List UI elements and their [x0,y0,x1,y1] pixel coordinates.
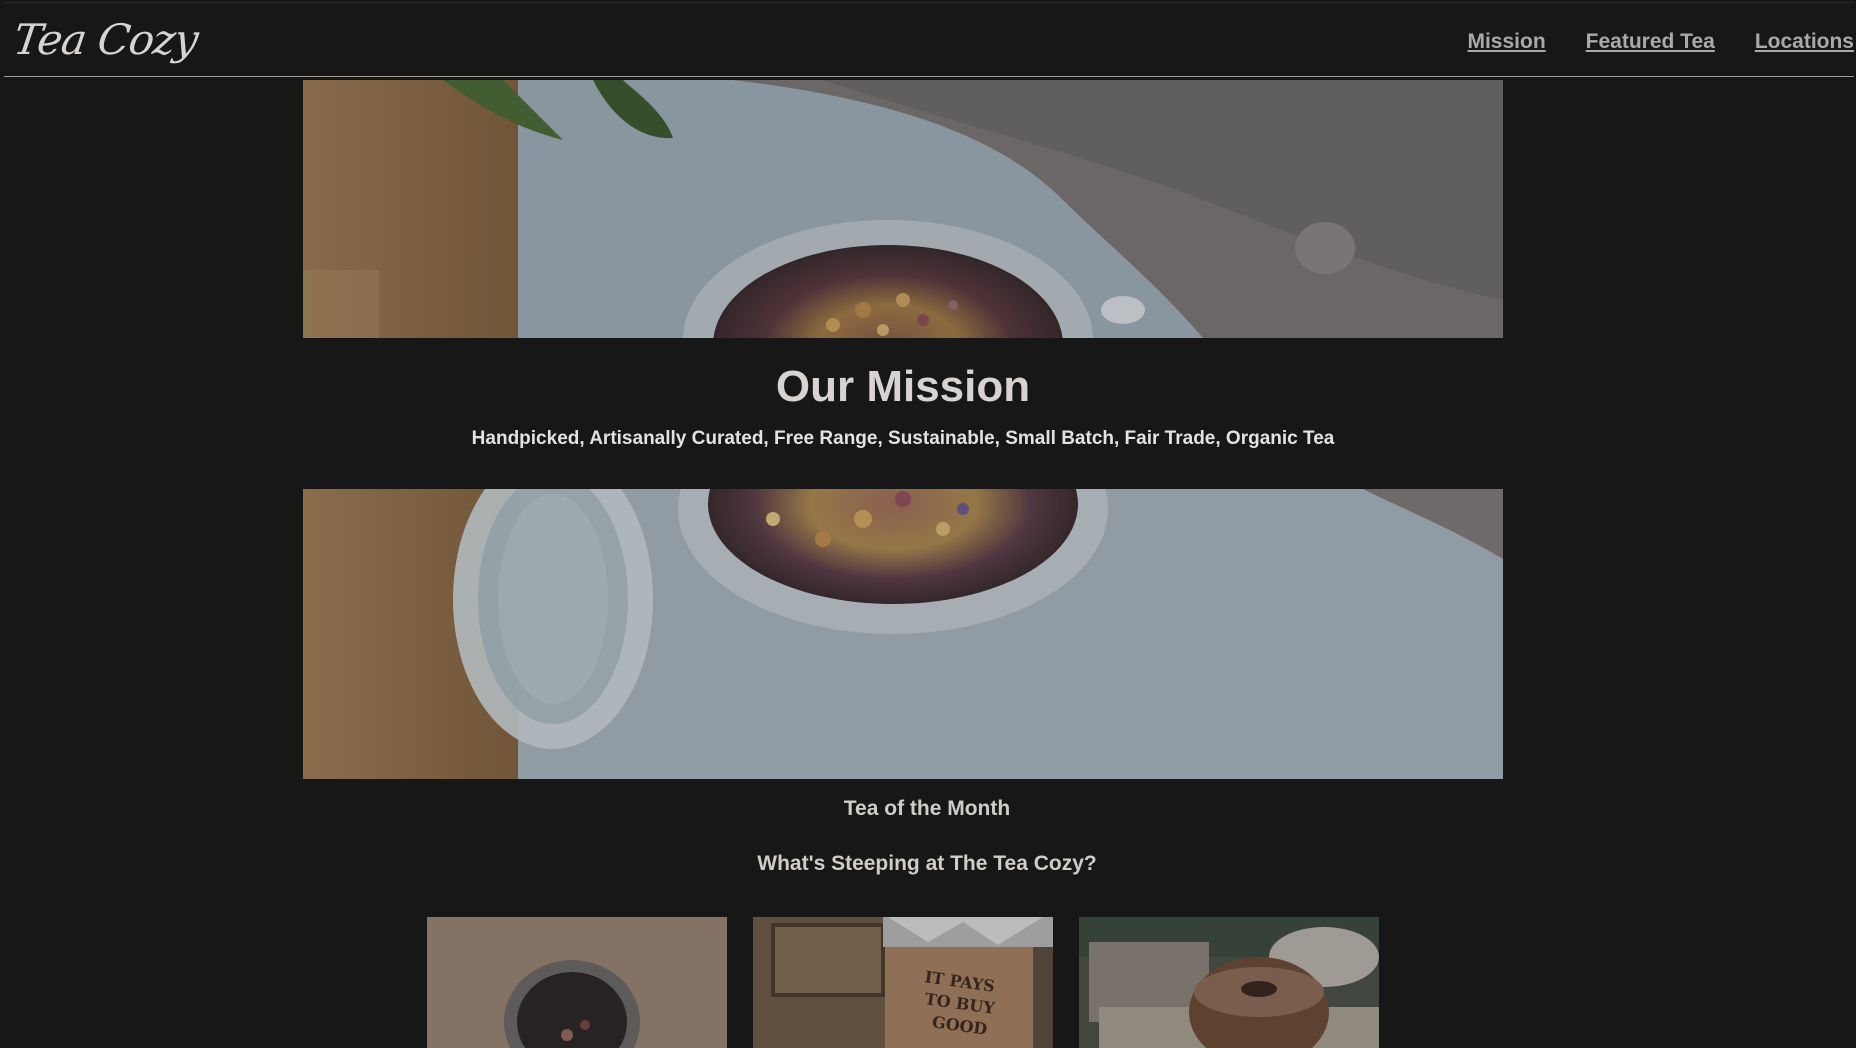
hero-image-top [303,80,1503,338]
nav-link-locations[interactable]: Locations [1755,30,1854,54]
main-nav: Mission Featured Tea Locations [1467,30,1854,54]
mission-title: Our Mission [775,362,1031,411]
featured-tea-image-1[interactable] [427,917,727,1048]
whats-steeping-heading: What's Steeping at The Tea Cozy? [757,852,1097,875]
featured-tea-image-2[interactable]: IT PAYS TO BUY GOOD [753,917,1053,1048]
hero-image-bottom [303,489,1503,779]
featured-tea-image-3[interactable] [1079,917,1379,1048]
site-logo[interactable]: Tea Cozy [11,15,201,64]
tea-of-the-month-heading: Tea of the Month [843,797,1011,820]
page: Tea Cozy Mission Featured Tea Locations [0,0,1856,1048]
site-header: Tea Cozy Mission Featured Tea Locations [4,2,1854,77]
nav-link-mission[interactable]: Mission [1467,30,1545,54]
mission-subtitle: Handpicked, Artisanally Curated, Free Ra… [471,428,1335,449]
nav-link-featured-tea[interactable]: Featured Tea [1586,30,1715,54]
